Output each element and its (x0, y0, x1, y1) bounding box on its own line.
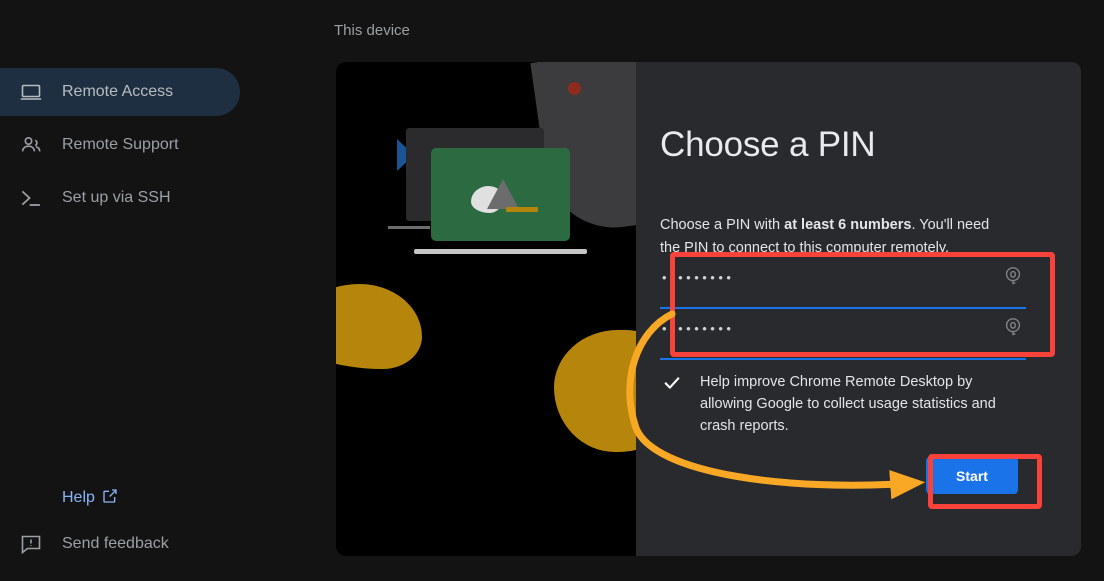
send-feedback-label: Send feedback (62, 535, 169, 552)
section-label-this-device: This device (334, 22, 410, 39)
help-link[interactable]: Help (62, 480, 118, 516)
sidebar-item-label: Remote Support (62, 136, 179, 153)
help-link-label: Help (62, 489, 95, 506)
chrome-remote-desktop-window: Remote Access Remote Support Set up via … (0, 0, 1104, 581)
start-button[interactable]: Start (926, 457, 1018, 494)
setup-card: Choose a PIN Choose a PIN with at least … (336, 62, 1081, 556)
feedback-icon (18, 531, 44, 557)
illustration-gold-bar (506, 207, 538, 212)
pin-description-prefix: Choose a PIN with (660, 216, 785, 233)
people-icon (18, 132, 44, 158)
illustration-red-dot (568, 82, 581, 95)
pin-input-1-value: ••••••••• (662, 270, 735, 285)
illustration-monitor-line (388, 226, 430, 229)
usage-stats-checkbox[interactable] (660, 371, 684, 395)
sidebar-item-label: Set up via SSH (62, 189, 171, 206)
sidebar-item-label: Remote Access (62, 83, 174, 100)
page-title: Choose a PIN (660, 125, 876, 164)
illustration-gold-blob-right (554, 330, 636, 452)
sidebar-item-remote-access[interactable]: Remote Access (0, 68, 240, 116)
laptop-icon (18, 79, 44, 105)
pin-form: Choose a PIN Choose a PIN with at least … (636, 62, 1081, 556)
external-link-icon (102, 488, 118, 509)
pin-description: Choose a PIN with at least 6 numbers. Yo… (660, 214, 1006, 260)
pin-input-2-value: ••••••••• (662, 321, 735, 336)
usage-stats-checkbox-row[interactable]: Help improve Chrome Remote Desktop by al… (660, 371, 1016, 437)
sidebar: Remote Access Remote Support Set up via … (0, 0, 320, 581)
main-content: This device Choose a PIN Choose a PIN wi… (320, 0, 1104, 581)
password-manager-key-icon[interactable] (1002, 265, 1024, 287)
illustration (336, 62, 636, 556)
pin-input-1-underline (660, 307, 1026, 309)
send-feedback-button[interactable]: Send feedback (18, 526, 169, 562)
terminal-icon (18, 185, 44, 211)
illustration-gray-triangle (487, 179, 519, 209)
sidebar-item-set-up-via-ssh[interactable]: Set up via SSH (0, 174, 240, 222)
pin-input-2[interactable]: ••••••••• (660, 314, 1026, 360)
illustration-gold-blob-left (336, 284, 422, 369)
sidebar-item-remote-support[interactable]: Remote Support (0, 121, 240, 169)
pin-description-bold: at least 6 numbers (784, 216, 912, 233)
pin-input-1[interactable]: ••••••••• (660, 263, 1026, 309)
pin-input-2-underline (660, 358, 1026, 360)
usage-stats-checkbox-label: Help improve Chrome Remote Desktop by al… (700, 374, 996, 434)
password-manager-key-icon[interactable] (1002, 316, 1024, 338)
illustration-laptop-base (414, 249, 587, 254)
